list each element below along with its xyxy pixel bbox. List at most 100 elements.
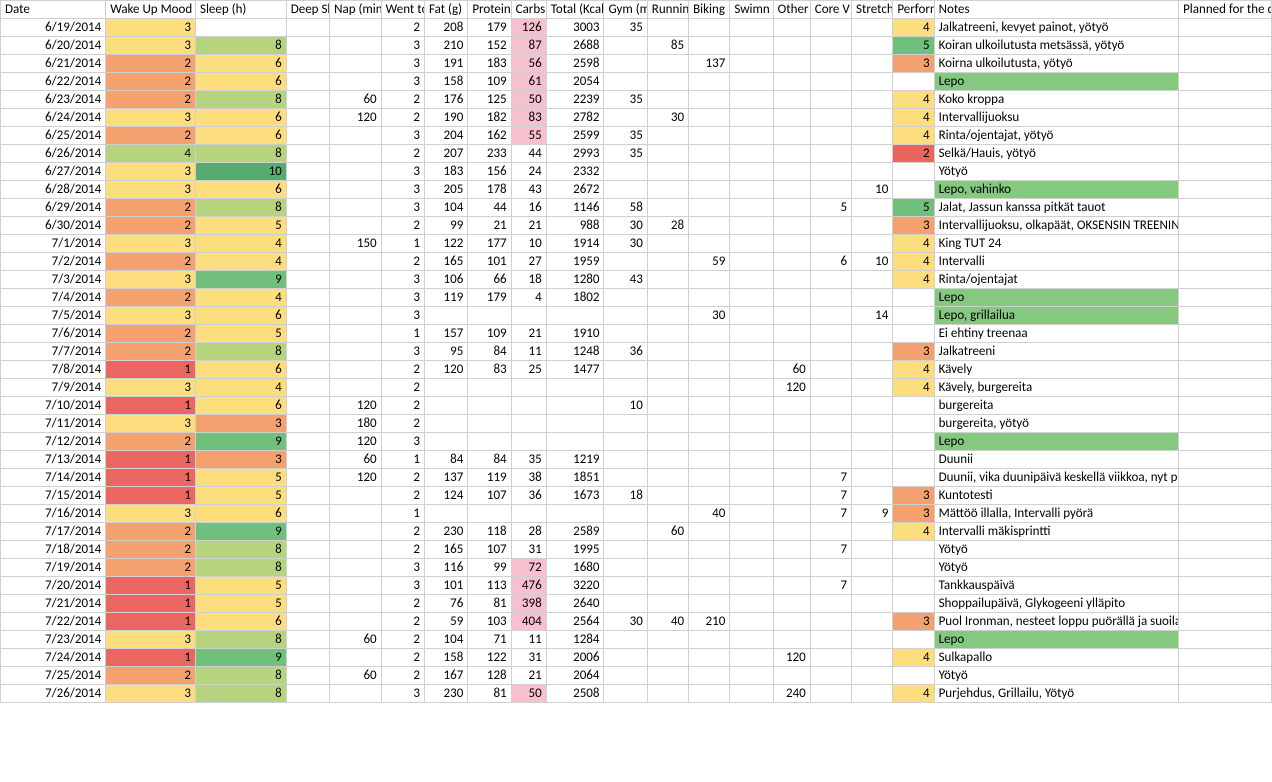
column-header-fat[interactable]: Fat (g) [424,1,467,19]
cell-notes[interactable]: Selkä/Hauis, yötyö [934,145,1179,163]
cell-other[interactable] [773,37,810,55]
cell-gym[interactable] [604,253,647,271]
cell-perf[interactable]: 3 [893,487,934,505]
cell-notes[interactable]: Rinta/ojentajat, yötyö [934,127,1179,145]
cell-notes[interactable]: Shoppailupäivä, Glykogeeni ylläpito [934,595,1179,613]
cell-other[interactable]: 120 [773,379,810,397]
cell-notes[interactable]: Kävely [934,361,1179,379]
cell-carbs[interactable]: 87 [511,37,546,55]
cell-total[interactable]: 2589 [546,523,604,541]
cell-carbs[interactable]: 43 [511,181,546,199]
cell-total[interactable]: 1680 [546,559,604,577]
cell-carbs[interactable]: 31 [511,649,546,667]
cell-fat[interactable]: 205 [424,181,467,199]
cell-wake[interactable]: 2 [106,73,196,91]
cell-notes[interactable]: Mättöö illalla, Intervalli pyörä [934,505,1179,523]
cell-deep[interactable] [286,523,329,541]
cell-planned[interactable] [1179,163,1272,181]
cell-planned[interactable] [1179,181,1272,199]
cell-protein[interactable]: 125 [468,91,511,109]
cell-date[interactable]: 7/21/2014 [1,595,106,613]
cell-gym[interactable]: 35 [604,127,647,145]
cell-bike[interactable] [689,343,730,361]
cell-swim[interactable] [730,271,773,289]
cell-notes[interactable]: King TUT 24 [934,235,1179,253]
cell-planned[interactable] [1179,109,1272,127]
cell-total[interactable]: 2688 [546,37,604,55]
cell-run[interactable] [647,163,688,181]
cell-perf[interactable]: 4 [893,91,934,109]
cell-notes[interactable]: Intervalli mäkisprintti [934,523,1179,541]
cell-sleep[interactable]: 10 [195,163,286,181]
cell-went[interactable]: 3 [381,289,424,307]
cell-wake[interactable]: 1 [106,649,196,667]
cell-stretch[interactable] [852,559,893,577]
cell-gym[interactable] [604,469,647,487]
cell-bike[interactable] [689,361,730,379]
cell-deep[interactable] [286,217,329,235]
cell-date[interactable]: 7/1/2014 [1,235,106,253]
cell-run[interactable] [647,325,688,343]
cell-deep[interactable] [286,487,329,505]
cell-protein[interactable]: 101 [468,253,511,271]
cell-bike[interactable]: 30 [689,307,730,325]
cell-protein[interactable]: 128 [468,667,511,685]
cell-carbs[interactable]: 16 [511,199,546,217]
cell-fat[interactable]: 207 [424,145,467,163]
cell-bike[interactable]: 210 [689,613,730,631]
cell-wake[interactable]: 1 [106,487,196,505]
cell-date[interactable]: 6/21/2014 [1,55,106,73]
cell-run[interactable] [647,415,688,433]
cell-run[interactable] [647,649,688,667]
cell-swim[interactable] [730,379,773,397]
cell-bike[interactable] [689,37,730,55]
cell-core[interactable] [810,451,851,469]
cell-perf[interactable]: 4 [893,649,934,667]
cell-fat[interactable] [424,397,467,415]
cell-gym[interactable] [604,505,647,523]
cell-wake[interactable]: 3 [106,271,196,289]
column-header-deep[interactable]: Deep Sl [286,1,329,19]
cell-gym[interactable] [604,433,647,451]
cell-swim[interactable] [730,109,773,127]
cell-carbs[interactable]: 21 [511,217,546,235]
cell-other[interactable] [773,397,810,415]
cell-wake[interactable]: 2 [106,127,196,145]
cell-carbs[interactable]: 36 [511,487,546,505]
cell-date[interactable]: 7/26/2014 [1,685,106,703]
cell-other[interactable] [773,163,810,181]
cell-went[interactable]: 2 [381,91,424,109]
cell-deep[interactable] [286,379,329,397]
cell-perf[interactable] [893,577,934,595]
cell-fat[interactable]: 176 [424,91,467,109]
cell-perf[interactable]: 4 [893,235,934,253]
cell-other[interactable]: 240 [773,685,810,703]
column-header-sleep[interactable]: Sleep (h) [195,1,286,19]
cell-core[interactable]: 7 [810,505,851,523]
cell-went[interactable]: 1 [381,451,424,469]
cell-planned[interactable] [1179,577,1272,595]
cell-protein[interactable]: 99 [468,559,511,577]
cell-stretch[interactable] [852,37,893,55]
column-header-bike[interactable]: Biking [689,1,730,19]
cell-swim[interactable] [730,595,773,613]
cell-notes[interactable]: Lepo [934,289,1179,307]
cell-went[interactable]: 3 [381,271,424,289]
column-header-swim[interactable]: Swimn [730,1,773,19]
cell-fat[interactable]: 76 [424,595,467,613]
cell-perf[interactable] [893,595,934,613]
cell-total[interactable]: 1959 [546,253,604,271]
cell-other[interactable] [773,181,810,199]
cell-nap[interactable] [330,145,382,163]
cell-wake[interactable]: 3 [106,235,196,253]
cell-stretch[interactable] [852,73,893,91]
cell-date[interactable]: 6/19/2014 [1,19,106,37]
cell-nap[interactable] [330,559,382,577]
cell-wake[interactable]: 1 [106,577,196,595]
cell-planned[interactable] [1179,631,1272,649]
cell-gym[interactable]: 36 [604,343,647,361]
cell-planned[interactable] [1179,343,1272,361]
cell-run[interactable]: 40 [647,613,688,631]
cell-went[interactable]: 2 [381,631,424,649]
cell-core[interactable] [810,397,851,415]
